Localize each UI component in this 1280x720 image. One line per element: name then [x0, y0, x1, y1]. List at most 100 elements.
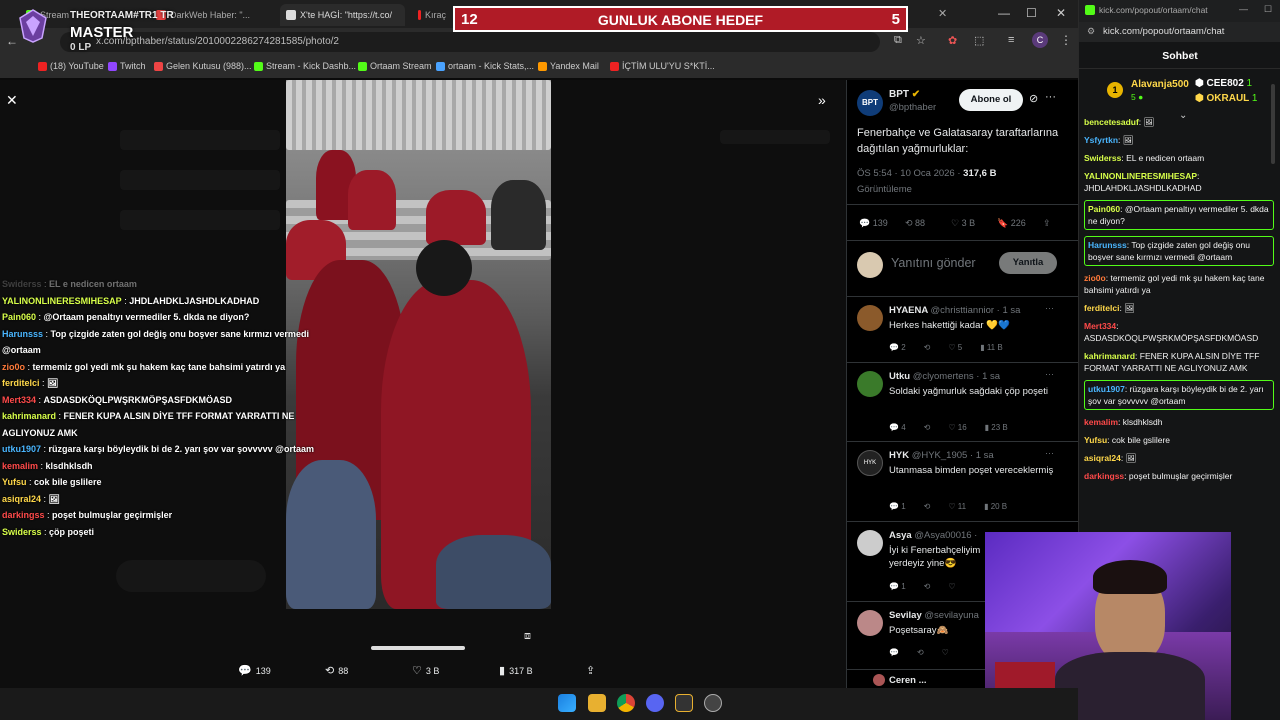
author-avatar[interactable]: BPT [857, 90, 883, 116]
leaderboard-third[interactable]: ⬢ OKRAUL 1 [1195, 93, 1257, 104]
reply-item[interactable]: Utku @clyomertens · 1 sa ··· Soldaki yağ… [847, 362, 1079, 441]
obs-icon[interactable] [704, 694, 722, 712]
avatar[interactable] [857, 530, 883, 556]
tweet-repost-button[interactable]: ⟲ 88 [905, 218, 951, 229]
chat-username[interactable]: Yufsu [1084, 435, 1107, 445]
heart-icon[interactable]: ♡ 5 [948, 343, 962, 352]
close-viewer-icon[interactable]: ✕ [6, 92, 18, 109]
avatar[interactable] [857, 305, 883, 331]
bookmark-ortaam-stream[interactable]: Ortaam Stream [358, 61, 432, 71]
photo-replies-button[interactable]: 💬 139 [238, 664, 271, 677]
profile-avatar[interactable]: C [1032, 32, 1048, 48]
chat-username[interactable]: utku1907 [1088, 384, 1125, 394]
bookmark-youtube-video[interactable]: İÇTİM ULU'YU S*KTİ... [610, 61, 715, 71]
tab-x-active[interactable]: X'te HAGİ: "https://t.co/ [280, 4, 405, 26]
url-field[interactable]: x.com/bpthaber/status/201000228627428158… [60, 32, 880, 52]
bookmark-kick-stats[interactable]: ortaam - Kick Stats,... [436, 61, 534, 71]
chat-username[interactable]: Swiderss [1084, 153, 1121, 163]
collapse-panel-icon[interactable]: » [818, 92, 826, 108]
reply-icon[interactable]: 💬 4 [889, 423, 906, 432]
repost-icon[interactable]: ⟲ [924, 502, 931, 511]
photo-share-button[interactable]: ⇪ [586, 664, 595, 677]
site-info-icon[interactable]: ⚙ [1087, 26, 1095, 37]
heart-icon[interactable]: ♡ 11 [948, 502, 966, 511]
avatar[interactable] [857, 371, 883, 397]
chat-username[interactable]: darkingss [1084, 471, 1124, 481]
chat-message[interactable]: bencetesaduf: 🖼 [1084, 116, 1274, 128]
photo-reposts-button[interactable]: ⟲ 88 [325, 664, 348, 677]
extension-icon[interactable]: ✿ [948, 34, 957, 47]
more-icon[interactable]: ··· [1045, 369, 1054, 379]
maximize-icon[interactable]: ☐ [1026, 6, 1037, 20]
more-icon[interactable]: ··· [1045, 303, 1054, 313]
close-tab-icon[interactable]: ✕ [938, 7, 947, 20]
heart-icon[interactable]: ♡ [942, 648, 949, 657]
more-icon[interactable]: ··· [1045, 448, 1054, 458]
tab-youtube[interactable]: Kıraç [412, 4, 452, 26]
tweet-like-button[interactable]: ♡ 3 B [951, 218, 997, 229]
extensions-puzzle-icon[interactable]: ⬚ [974, 34, 984, 47]
chat-message[interactable]: utku1907: rüzgara karşı böyleydik bi de … [1084, 380, 1274, 410]
chat-message[interactable]: ferditelci: 🖼 [1084, 302, 1274, 314]
window-close-icon[interactable]: ✕ [1056, 6, 1066, 20]
tweet-bookmark-button[interactable]: 🔖 226 [997, 218, 1043, 229]
reply-item[interactable]: HYK HYK @HYK_1905 · 1 sa ··· Utanmasa bi… [847, 441, 1079, 521]
chat-username[interactable]: kahrimanard [1084, 351, 1135, 361]
chat-username[interactable]: kemalim [1084, 417, 1118, 427]
repost-icon[interactable]: ⟲ [924, 582, 931, 591]
repost-icon[interactable]: ⟲ [924, 343, 931, 352]
heart-icon[interactable]: ♡ 16 [948, 423, 966, 432]
minimize-icon[interactable]: — [1239, 4, 1248, 14]
top-gifter-name[interactable]: Alavanja500 [1131, 79, 1189, 90]
chat-message[interactable]: darkingss: poşet bulmuşlar geçirmişler [1084, 470, 1274, 482]
photo-views-button[interactable]: ▮ 317 B [499, 664, 533, 677]
discord-icon[interactable] [646, 694, 664, 712]
bookmark-gmail[interactable]: Gelen Kutusu (988)... [154, 61, 252, 71]
maximize-icon[interactable]: ☐ [1264, 4, 1272, 15]
chat-username[interactable]: bencetesaduf [1084, 117, 1139, 127]
chat-username[interactable]: Ysfyrtkn [1084, 135, 1118, 145]
leaderboard-second[interactable]: ⬢ CEE802 1 [1195, 78, 1252, 89]
cast-icon[interactable]: ⧉ [894, 34, 902, 47]
reply-icon[interactable]: 💬 [889, 648, 899, 657]
app-icon[interactable] [675, 694, 693, 712]
subscribe-button[interactable]: Abone ol [959, 89, 1023, 111]
tweet-share-icon[interactable]: ⇪ [1043, 218, 1051, 229]
file-explorer-icon[interactable] [588, 694, 606, 712]
avatar[interactable]: HYK [857, 450, 883, 476]
chat-message[interactable]: Harunsss: Top çizgide zaten gol değiş on… [1084, 236, 1274, 266]
reply-icon[interactable]: 💬 2 [889, 343, 906, 352]
chat-username[interactable]: ferditelci [1084, 303, 1119, 313]
avatar[interactable] [857, 610, 883, 636]
chat-message[interactable]: kahrimanard: FENER KUPA ALSIN DİYE TFF F… [1084, 350, 1274, 374]
grok-icon[interactable]: ⊘ [1029, 92, 1038, 105]
views-icon[interactable]: ▮ 20 B [984, 502, 1007, 511]
chat-message[interactable]: asiqral24: 🖼 [1084, 452, 1274, 464]
chat-message[interactable]: YALINONLINERESMIHESAP: JHDLAHDKLJASHDLKA… [1084, 170, 1274, 194]
chat-message[interactable]: Pain060: @Ortaam penaltıyı vermediler 5.… [1084, 200, 1274, 230]
chat-message[interactable]: Swiderss: EL e nedicen ortaam [1084, 152, 1274, 164]
repost-icon[interactable]: ⟲ [924, 423, 931, 432]
bookmark-yandex-mail[interactable]: Yandex Mail [538, 61, 599, 71]
tweet-reply-button[interactable]: 💬 139 [859, 218, 905, 229]
bookmark-youtube[interactable]: (18) YouTube [38, 61, 104, 71]
chrome-icon[interactable] [617, 694, 635, 712]
reading-list-icon[interactable]: ≡ [1008, 34, 1014, 46]
kick-url-field[interactable]: kick.com/popout/ortaam/chat [1103, 26, 1224, 37]
minimize-icon[interactable]: — [998, 6, 1010, 20]
views-icon[interactable]: ▮ 23 B [985, 423, 1008, 432]
reply-item[interactable]: HYAENA @christtiannior · 1 sa ··· Herkes… [847, 296, 1079, 362]
chat-username[interactable]: Mert334 [1084, 321, 1116, 331]
reply-icon[interactable]: 💬 1 [889, 582, 906, 591]
bookmark-kick-dashboard[interactable]: Stream - Kick Dashb... [254, 61, 356, 71]
menu-kebab-icon[interactable]: ⋮ [1060, 33, 1072, 47]
repost-icon[interactable]: ⟲ [917, 648, 924, 657]
more-icon[interactable]: ··· [1045, 91, 1056, 103]
author-name[interactable]: BPT ✔ [889, 89, 920, 100]
heart-icon[interactable]: ♡ [948, 582, 955, 591]
photo-likes-button[interactable]: ♡ 3 B [412, 664, 439, 677]
chat-username[interactable]: asiqral24 [1084, 453, 1121, 463]
bookmark-star-icon[interactable]: ☆ [916, 34, 926, 47]
gif-alt-icon[interactable]: ⧈ [524, 630, 531, 643]
avatar[interactable] [873, 674, 885, 686]
